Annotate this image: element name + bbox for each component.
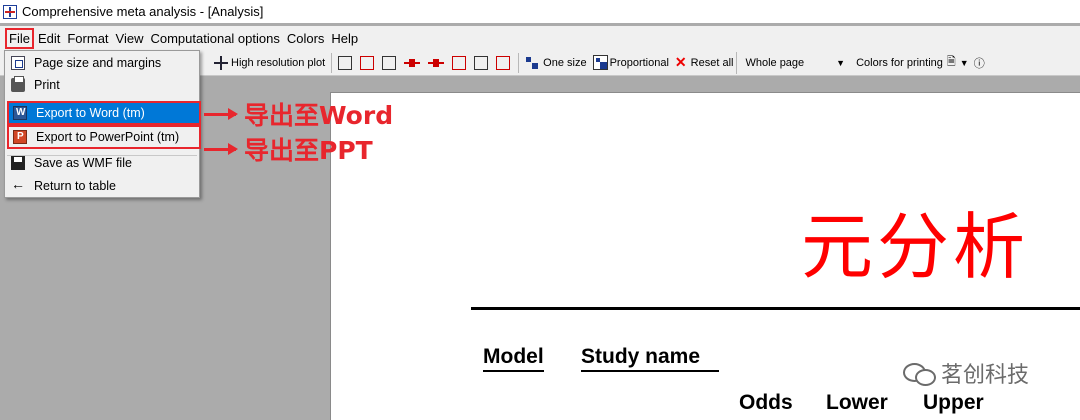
arrow-left-icon xyxy=(11,176,25,193)
app-icon xyxy=(3,4,17,19)
high-res-plot-button[interactable]: High resolution plot xyxy=(210,52,328,74)
menu-item-return-table[interactable]: Return to table xyxy=(5,175,199,197)
column-header-odds: Odds xyxy=(739,391,793,414)
annotation-label: 导出至PPT xyxy=(244,136,373,165)
high-res-plot-label: High resolution plot xyxy=(231,56,326,69)
watermark-text: 茗创科技 xyxy=(941,362,1030,387)
annotation-export-ppt: 导出至PPT xyxy=(204,131,373,167)
title-bar: Comprehensive meta analysis - [Analysis] xyxy=(0,0,1080,23)
proportional-button[interactable]: Proportional xyxy=(590,52,672,74)
menu-bar: File Edit Format View Computational opti… xyxy=(0,26,1080,50)
marker-icon xyxy=(404,55,421,71)
watermark: 茗创科技 xyxy=(903,357,1029,389)
menu-item-label: Save as WMF file xyxy=(34,156,132,170)
crosshair-icon xyxy=(213,55,229,71)
layout-button-5[interactable] xyxy=(471,52,493,74)
menu-item-page-size[interactable]: Page size and margins xyxy=(5,52,199,74)
column-header-study-name: Study name xyxy=(581,345,719,372)
menu-file[interactable]: File xyxy=(5,27,34,49)
menu-item-export-word[interactable]: Export to Word (tm) xyxy=(7,101,201,125)
layout-icon xyxy=(360,55,375,70)
zoom-select[interactable]: Whole page ▼ xyxy=(736,51,853,74)
reset-all-button[interactable]: ✕ Reset all xyxy=(672,52,737,74)
colors-printing-select[interactable]: Colors for printing 🗎 ▼ ⓘ xyxy=(853,52,988,74)
one-size-button[interactable]: One size xyxy=(522,52,589,74)
layout-button-3[interactable] xyxy=(379,52,401,74)
column-header-model: Model xyxy=(483,345,544,372)
annotation-label: 导出至Word xyxy=(244,101,394,130)
chat-bubble-icon xyxy=(903,360,936,386)
toolbar-divider xyxy=(518,52,520,73)
arrow-right-icon xyxy=(204,142,238,155)
floppy-disk-icon xyxy=(11,156,25,170)
arrow-right-icon xyxy=(204,107,238,120)
printer-icon xyxy=(11,76,25,92)
file-menu-dropdown: Page size and margins Print Export to Wo… xyxy=(4,50,201,198)
layout-button-2[interactable] xyxy=(357,52,379,74)
powerpoint-icon xyxy=(13,130,27,144)
page-divider xyxy=(471,307,1080,310)
menu-item-export-powerpoint[interactable]: Export to PowerPoint (tm) xyxy=(7,125,201,149)
menu-item-label: Export to Word (tm) xyxy=(36,106,145,120)
menu-item-label: Export to PowerPoint (tm) xyxy=(36,130,180,144)
zoom-select-value: Whole page xyxy=(745,56,805,69)
layout-icon xyxy=(474,55,489,70)
squares-icon xyxy=(525,55,541,71)
toolbar-divider xyxy=(331,52,333,73)
close-icon: ✕ xyxy=(674,54,687,70)
menu-view[interactable]: View xyxy=(113,29,147,48)
reset-all-label: Reset all xyxy=(690,56,734,69)
menu-computational-options[interactable]: Computational options xyxy=(147,29,282,48)
chevron-down-icon: ▼ xyxy=(836,57,846,68)
menu-item-print[interactable]: Print xyxy=(5,74,199,96)
layout-button-4[interactable] xyxy=(449,52,471,74)
proportional-label: Proportional xyxy=(609,56,669,69)
page-setup-icon xyxy=(11,56,25,70)
one-size-label: One size xyxy=(543,56,587,69)
layout-icon xyxy=(452,55,467,70)
colors-printing-label: Colors for printing xyxy=(856,56,943,69)
layout-icon xyxy=(382,55,397,70)
annotation-export-word: 导出至Word xyxy=(204,96,393,132)
menu-item-label: Print xyxy=(34,78,60,92)
menu-edit[interactable]: Edit xyxy=(35,29,63,48)
page-title: 元分析 xyxy=(801,205,1030,289)
marker-icon xyxy=(428,55,445,71)
word-icon xyxy=(13,106,27,120)
menu-item-save-wmf[interactable]: Save as WMF file xyxy=(5,152,199,174)
document-icon: 🗎 xyxy=(946,56,956,68)
layout-icon xyxy=(496,55,511,70)
menu-colors[interactable]: Colors xyxy=(284,29,328,48)
menu-item-label: Page size and margins xyxy=(34,56,162,70)
proportional-icon xyxy=(592,55,608,70)
column-header-lower: Lower xyxy=(826,391,888,414)
layout-button-1[interactable] xyxy=(335,52,357,74)
info-icon[interactable]: ⓘ xyxy=(974,55,985,71)
layout-button-6[interactable] xyxy=(493,52,515,74)
window-title: Comprehensive meta analysis - [Analysis] xyxy=(22,4,264,19)
chevron-down-icon: ▼ xyxy=(959,57,969,68)
menu-item-label: Return to table xyxy=(34,179,116,193)
column-header-upper: Upper xyxy=(923,391,984,414)
marker-button-2[interactable] xyxy=(425,52,449,74)
marker-button-1[interactable] xyxy=(401,52,425,74)
menu-help[interactable]: Help xyxy=(328,29,361,48)
menu-format[interactable]: Format xyxy=(64,29,111,48)
layout-icon xyxy=(338,55,353,70)
